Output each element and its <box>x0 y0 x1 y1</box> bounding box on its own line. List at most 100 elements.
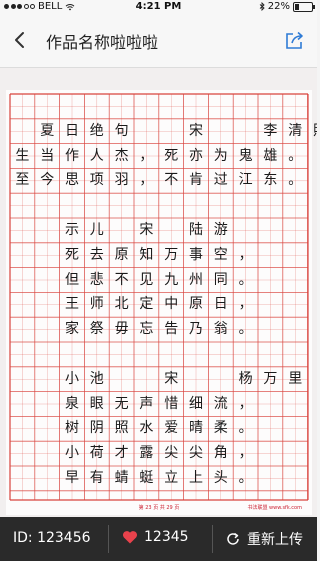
calligraphy-char: 里 <box>288 370 303 387</box>
calligraphy-char: ， <box>238 246 253 263</box>
calligraphy-char: 李 <box>263 122 278 139</box>
artwork-image[interactable]: 夏日绝句宋李清照生当作人杰，死亦为鬼雄。至今思项羽，不肯过江东。示儿宋陆游死去原… <box>0 68 317 517</box>
calligraphy-char: 定 <box>139 296 154 313</box>
calligraphy-char: 毋 <box>114 321 129 338</box>
calligraphy-char: 日 <box>65 122 79 139</box>
calligraphy-char: 北 <box>114 296 129 313</box>
calligraphy-char: 过 <box>213 172 228 189</box>
calligraphy-char: 儿 <box>89 222 104 238</box>
bluetooth-icon <box>259 2 265 11</box>
calligraphy-char: 蜻 <box>114 470 129 486</box>
calligraphy-char: 死 <box>65 246 79 263</box>
status-bar: BELL 4:21 PM 22% <box>0 0 317 14</box>
calligraphy-paper: 夏日绝句宋李清照生当作人杰，死亦为鬼雄。至今思项羽，不肯过江东。示儿宋陆游死去原… <box>6 90 317 515</box>
calligraphy-char: 杨 <box>238 370 253 387</box>
calligraphy-char: 眼 <box>89 395 104 412</box>
calligraphy-char: 项 <box>89 172 104 189</box>
reupload-label: 重新上传 <box>247 532 303 548</box>
calligraphy-char: 今 <box>40 172 55 189</box>
calligraphy-char: 家 <box>65 321 79 338</box>
calligraphy-char: 绝 <box>89 122 104 139</box>
calligraphy-char: 宋 <box>189 122 203 139</box>
calligraphy-char: 小 <box>65 370 79 387</box>
calligraphy-char: 去 <box>89 246 104 263</box>
calligraphy-char: 才 <box>114 445 129 462</box>
calligraphy-char: 荷 <box>89 445 104 462</box>
calligraphy-char: 悲 <box>89 271 104 288</box>
battery-percent: 22% <box>267 1 290 12</box>
calligraphy-char: 忘 <box>139 321 154 338</box>
calligraphy-char: 但 <box>65 271 79 288</box>
calligraphy-char: 万 <box>164 246 179 263</box>
calligraphy-char: 死 <box>164 147 179 164</box>
calligraphy-char: 细 <box>189 395 203 412</box>
calligraphy-char: 祭 <box>89 321 104 338</box>
calligraphy-char: 无 <box>114 395 129 412</box>
back-chevron-icon[interactable] <box>8 28 32 52</box>
divider <box>212 525 213 553</box>
calligraphy-char: ， <box>139 147 154 164</box>
calligraphy-char: 原 <box>114 246 129 263</box>
calligraphy-char: 清 <box>288 122 303 139</box>
nav-bar: 作品名称啦啦啦 <box>0 14 317 68</box>
calligraphy-char: 尖 <box>189 445 203 462</box>
calligraphy-char: 水 <box>139 420 154 437</box>
calligraphy-char: 上 <box>189 470 203 486</box>
calligraphy-char: 陆 <box>189 222 203 238</box>
calligraphy-char: 角 <box>213 445 228 462</box>
calligraphy-char: 。 <box>288 147 303 164</box>
calligraphy-char: 照 <box>114 420 129 437</box>
calligraphy-char: 作 <box>65 147 79 164</box>
calligraphy-char: 夏 <box>40 122 55 139</box>
calligraphy-char: 。 <box>288 172 303 189</box>
calligraphy-char: 空 <box>213 246 228 263</box>
calligraphy-char: 小 <box>65 445 79 462</box>
calligraphy-char: 宋 <box>164 370 179 387</box>
artwork-id: ID: 123456 <box>13 530 91 546</box>
calligraphy-char: 。 <box>238 420 253 437</box>
calligraphy-char: 有 <box>89 470 104 486</box>
calligraphy-char: 雄 <box>263 147 278 164</box>
calligraphy-char: 乃 <box>189 321 203 338</box>
calligraphy-char: 树 <box>65 420 79 437</box>
calligraphy-char: 当 <box>40 147 55 164</box>
calligraphy-char: ， <box>139 172 154 189</box>
calligraphy-char: 照 <box>309 123 317 139</box>
calligraphy-char: 。 <box>238 321 253 338</box>
calligraphy-char: 九 <box>164 271 179 288</box>
calligraphy-char: 爱 <box>164 420 179 437</box>
reupload-button[interactable]: 重新上传 <box>225 529 303 549</box>
calligraphy-text: 夏日绝句宋李清照生当作人杰，死亦为鬼雄。至今思项羽，不肯过江东。示儿宋陆游死去原… <box>6 90 317 515</box>
calligraphy-char: 。 <box>238 470 253 486</box>
calligraphy-char: 尖 <box>164 445 179 462</box>
calligraphy-char: 告 <box>164 321 179 338</box>
calligraphy-char: 生 <box>15 147 30 164</box>
refresh-icon <box>227 532 239 545</box>
calligraphy-char: 事 <box>189 246 203 263</box>
calligraphy-char: 思 <box>65 172 79 189</box>
calligraphy-char: 头 <box>213 470 228 486</box>
calligraphy-char: 。 <box>238 271 253 288</box>
calligraphy-char: ， <box>238 296 253 313</box>
calligraphy-char: 见 <box>139 271 154 288</box>
like-count: 12345 <box>144 529 189 545</box>
battery-icon <box>293 1 315 12</box>
calligraphy-char: 露 <box>139 445 154 462</box>
calligraphy-char: 示 <box>65 222 79 238</box>
calligraphy-char: 亦 <box>189 147 203 164</box>
calligraphy-char: 鬼 <box>238 147 253 164</box>
calligraphy-char: 原 <box>189 296 203 313</box>
share-icon[interactable] <box>284 29 306 51</box>
calligraphy-char: 至 <box>15 172 30 189</box>
calligraphy-char: 东 <box>263 172 278 189</box>
calligraphy-char: 晴 <box>189 420 203 437</box>
calligraphy-char: 杰 <box>114 147 129 164</box>
calligraphy-char: 为 <box>213 147 228 164</box>
calligraphy-char: 江 <box>238 172 253 189</box>
calligraphy-char: 师 <box>89 296 104 313</box>
calligraphy-char: 惜 <box>164 395 179 412</box>
like-button[interactable]: 12345 <box>122 529 189 545</box>
calligraphy-char: 宋 <box>139 222 154 238</box>
calligraphy-char: 日 <box>213 296 228 313</box>
calligraphy-char: 柔 <box>213 420 228 437</box>
